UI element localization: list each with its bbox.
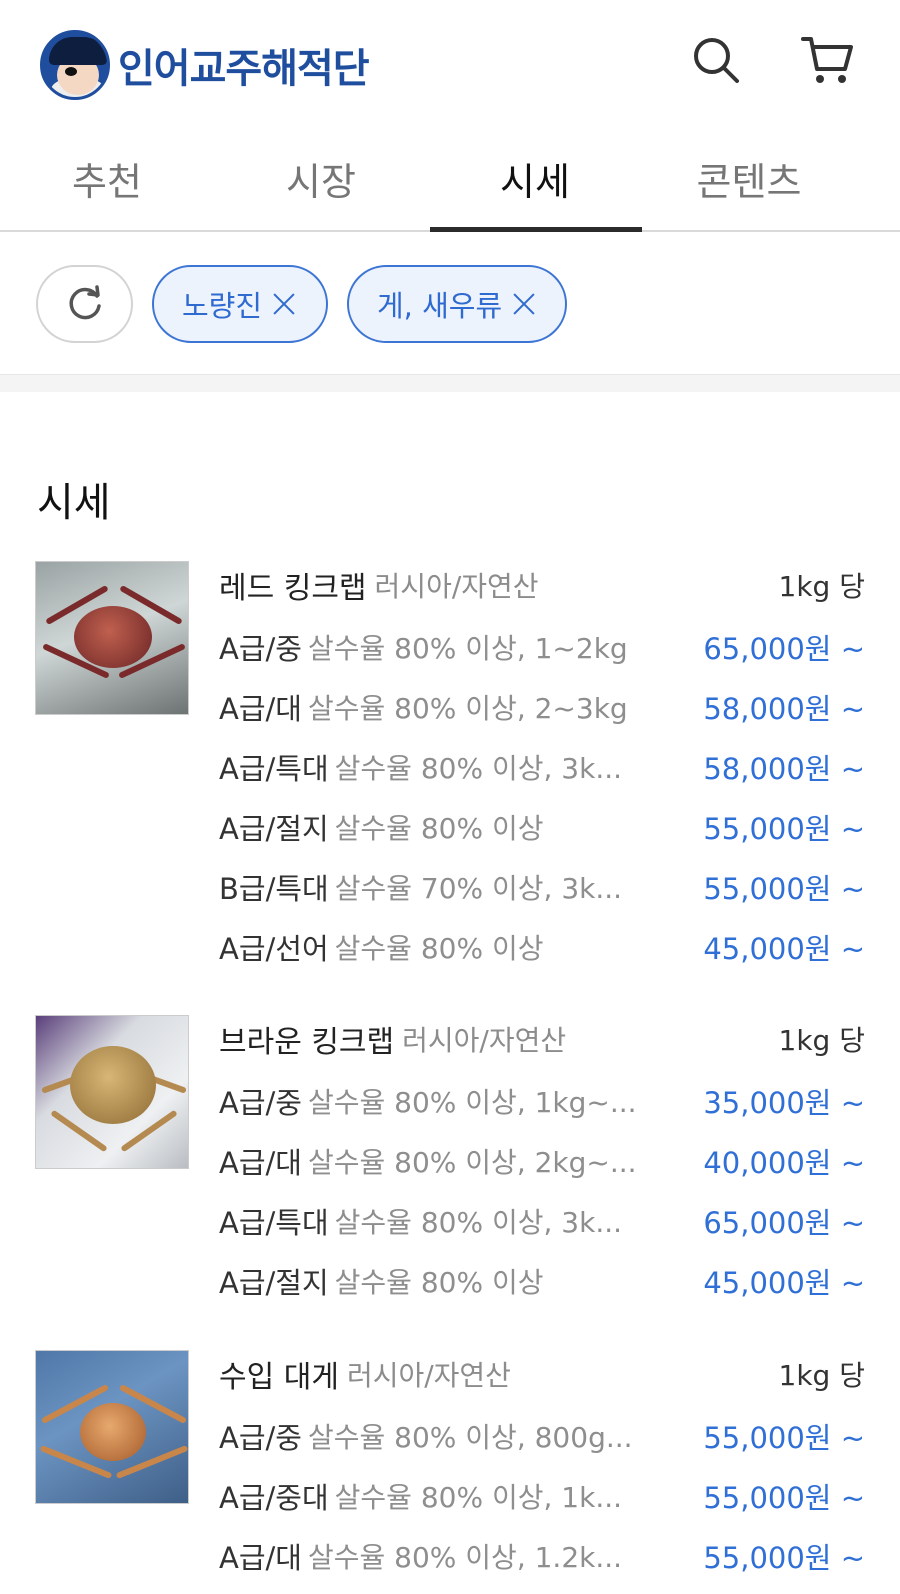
grade-desc: 살수율 80% 이상, 800g... xyxy=(307,1421,633,1454)
tab-price[interactable]: 시세 xyxy=(428,126,642,232)
grade-desc: 살수율 80% 이상, 1.2k... xyxy=(307,1541,623,1574)
grade-desc: 살수율 80% 이상, 2kg~... xyxy=(307,1146,637,1179)
grade-label: B급/특대 xyxy=(219,872,329,906)
price-row[interactable]: A급/대 살수율 80% 이상, 2~3kg 58,000원 ~ xyxy=(219,685,865,729)
app-header: 인어교주해적단 xyxy=(0,0,900,126)
close-icon[interactable] xyxy=(272,292,296,316)
cart-icon xyxy=(801,37,853,83)
price-row[interactable]: A급/선어 살수율 80% 이상 45,000원 ~ xyxy=(219,925,865,969)
grade-label: A급/중 xyxy=(219,1421,302,1455)
tab-recommend[interactable]: 추천 xyxy=(0,126,214,230)
product-image[interactable] xyxy=(35,1015,189,1169)
refresh-icon xyxy=(69,285,101,320)
grade-desc: 살수율 80% 이상 xyxy=(334,1266,544,1299)
grade-label: A급/대 xyxy=(219,1541,302,1575)
product-header: 레드 킹크랩 러시아/자연산 1kg 당 xyxy=(219,563,865,607)
filter-chip-category[interactable]: 게, 새우류 xyxy=(347,265,567,343)
product-name: 수입 대게 xyxy=(219,1360,339,1395)
price-row[interactable]: A급/절지 살수율 80% 이상 45,000원 ~ xyxy=(219,1259,865,1303)
price-row[interactable]: A급/대 살수율 80% 이상, 1.2k... 55,000원 ~ xyxy=(219,1534,865,1578)
price-row[interactable]: A급/중대 살수율 80% 이상, 1k... 55,000원 ~ xyxy=(219,1474,865,1518)
product-origin: 러시아/자연산 xyxy=(402,1024,567,1057)
product-origin: 러시아/자연산 xyxy=(346,1359,511,1392)
price-value: 55,000원 ~ xyxy=(703,1541,865,1575)
price-value: 65,000원 ~ xyxy=(703,632,865,666)
product-header: 수입 대게 러시아/자연산 1kg 당 xyxy=(219,1352,865,1396)
grade-label: A급/절지 xyxy=(219,812,329,846)
price-value: 55,000원 ~ xyxy=(703,812,865,846)
product-unit: 1kg 당 xyxy=(778,1024,865,1057)
price-value: 55,000원 ~ xyxy=(703,1421,865,1455)
grade-desc: 살수율 80% 이상 xyxy=(334,812,544,845)
pirate-mascot-icon xyxy=(40,30,110,100)
product-unit: 1kg 당 xyxy=(778,1359,865,1392)
price-value: 45,000원 ~ xyxy=(703,1266,865,1300)
search-button[interactable] xyxy=(688,32,744,88)
product-origin: 러시아/자연산 xyxy=(374,570,539,603)
grade-label: A급/특대 xyxy=(219,1206,329,1240)
grade-desc: 살수율 80% 이상, 1~2kg xyxy=(307,632,628,665)
price-row[interactable]: A급/중 살수율 80% 이상, 800g... 55,000원 ~ xyxy=(219,1414,865,1458)
price-value: 45,000원 ~ xyxy=(703,932,865,966)
price-row[interactable]: A급/특대 살수율 80% 이상, 3k... 65,000원 ~ xyxy=(219,1199,865,1243)
grade-label: A급/대 xyxy=(219,692,302,726)
grade-desc: 살수율 70% 이상, 3k... xyxy=(334,872,623,905)
tab-market[interactable]: 시장 xyxy=(214,126,428,230)
price-value: 65,000원 ~ xyxy=(703,1206,865,1240)
price-value: 55,000원 ~ xyxy=(703,1481,865,1515)
search-icon xyxy=(694,38,739,83)
filter-bar: 노량진 게, 새우류 xyxy=(0,232,900,374)
price-row[interactable]: A급/중 살수율 80% 이상, 1kg~... 35,000원 ~ xyxy=(219,1079,865,1123)
price-row[interactable]: A급/중 살수율 80% 이상, 1~2kg 65,000원 ~ xyxy=(219,625,865,669)
grade-desc: 살수율 80% 이상, 3k... xyxy=(334,1206,623,1239)
product-name: 레드 킹크랩 xyxy=(219,571,367,606)
product-image[interactable] xyxy=(35,561,189,715)
cart-button[interactable] xyxy=(800,32,856,88)
product-name: 브라운 킹크랩 xyxy=(219,1025,395,1060)
price-value: 35,000원 ~ xyxy=(703,1086,865,1120)
chip-label: 노량진 xyxy=(182,289,263,323)
price-row[interactable]: A급/절지 살수율 80% 이상 55,000원 ~ xyxy=(219,805,865,849)
grade-desc: 살수율 80% 이상, 1k... xyxy=(334,1481,623,1514)
price-value: 55,000원 ~ xyxy=(703,872,865,906)
filter-chip-market[interactable]: 노량진 xyxy=(152,265,328,343)
section-divider xyxy=(0,374,900,392)
refresh-button[interactable] xyxy=(36,265,133,343)
grade-label: A급/대 xyxy=(219,1146,302,1180)
grade-desc: 살수율 80% 이상, 2~3kg xyxy=(307,692,628,725)
price-row[interactable]: B급/특대 살수율 70% 이상, 3k... 55,000원 ~ xyxy=(219,865,865,909)
product-unit: 1kg 당 xyxy=(778,570,865,603)
grade-label: A급/중 xyxy=(219,1086,302,1120)
price-value: 40,000원 ~ xyxy=(703,1146,865,1180)
grade-label: A급/특대 xyxy=(219,752,329,786)
close-icon[interactable] xyxy=(512,292,536,316)
grade-label: A급/중 xyxy=(219,632,302,666)
chip-label: 게, 새우류 xyxy=(377,289,503,323)
grade-desc: 살수율 80% 이상 xyxy=(334,932,544,965)
tab-contents[interactable]: 콘텐츠 xyxy=(642,126,856,230)
product-header: 브라운 킹크랩 러시아/자연산 1kg 당 xyxy=(219,1017,865,1061)
grade-label: A급/선어 xyxy=(219,932,329,966)
grade-desc: 살수율 80% 이상, 1kg~... xyxy=(307,1086,637,1119)
price-row[interactable]: A급/대 살수율 80% 이상, 2kg~... 40,000원 ~ xyxy=(219,1139,865,1183)
grade-label: A급/절지 xyxy=(219,1266,329,1300)
grade-label: A급/중대 xyxy=(219,1481,329,1515)
grade-desc: 살수율 80% 이상, 3k... xyxy=(334,752,623,785)
product-image[interactable] xyxy=(35,1350,189,1504)
price-value: 58,000원 ~ xyxy=(703,752,865,786)
main-tabs: 추천 시장 시세 콘텐츠 xyxy=(0,126,900,232)
price-row[interactable]: A급/특대 살수율 80% 이상, 3k... 58,000원 ~ xyxy=(219,745,865,789)
section-title: 시세 xyxy=(37,480,111,526)
price-value: 58,000원 ~ xyxy=(703,692,865,726)
brand-logo[interactable]: 인어교주해적단 xyxy=(40,30,370,100)
brand-name: 인어교주해적단 xyxy=(118,46,370,92)
